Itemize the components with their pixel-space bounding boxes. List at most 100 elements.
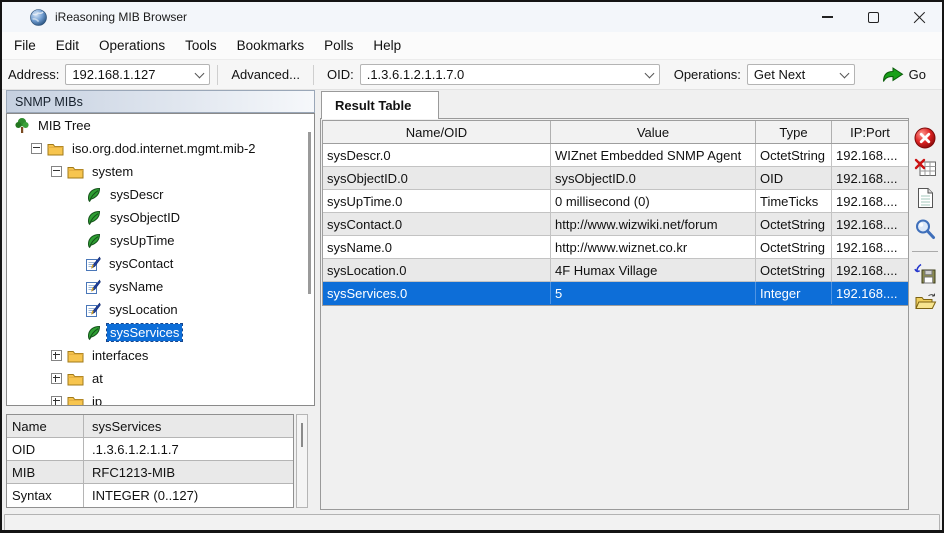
address-value: 192.168.1.127 xyxy=(72,67,155,82)
cell-name: sysServices.0 xyxy=(323,282,551,304)
chevron-down-icon xyxy=(195,68,205,78)
oid-value: .1.3.6.1.2.1.1.7.0 xyxy=(367,67,465,82)
expand-expander-icon[interactable] xyxy=(51,350,62,361)
cell-type: Integer xyxy=(756,282,832,304)
maximize-button[interactable] xyxy=(850,2,896,32)
cell-value: sysObjectID.0 xyxy=(551,167,756,189)
oid-combobox[interactable]: .1.3.6.1.2.1.1.7.0 xyxy=(360,64,660,85)
result-table: Name/OID Value Type IP:Port sysDescr.0 W… xyxy=(322,120,909,306)
menu-help[interactable]: Help xyxy=(363,38,411,53)
tree-item-system[interactable]: system xyxy=(7,160,314,183)
detail-value: sysServices xyxy=(84,419,161,434)
open-folder-icon[interactable] xyxy=(914,293,937,311)
folder-icon xyxy=(67,349,84,363)
cell-type: OctetString xyxy=(756,259,832,281)
cell-type: OctetString xyxy=(756,236,832,258)
toolbar-separator xyxy=(313,65,314,85)
detail-row-oid: OID .1.3.6.1.2.1.1.7 xyxy=(7,438,293,461)
scrollbar-thumb[interactable] xyxy=(301,423,303,447)
menu-operations[interactable]: Operations xyxy=(89,38,175,53)
stop-icon[interactable] xyxy=(914,127,936,149)
detail-label: OID xyxy=(7,438,84,460)
collapse-expander-icon[interactable] xyxy=(31,143,42,154)
window-title: iReasoning MIB Browser xyxy=(55,10,187,24)
menu-bookmarks[interactable]: Bookmarks xyxy=(227,38,315,53)
cell-value: 0 millisecond (0) xyxy=(551,190,756,212)
menu-file[interactable]: File xyxy=(4,38,46,53)
cell-ip: 192.168.... xyxy=(832,236,908,258)
detail-vertical-scrollbar[interactable] xyxy=(296,414,308,508)
cell-name: sysLocation.0 xyxy=(323,259,551,281)
detail-row-syntax: Syntax INTEGER (0..127) xyxy=(7,484,293,507)
collapse-expander-icon[interactable] xyxy=(51,166,62,177)
table-row[interactable]: sysObjectID.0 sysObjectID.0 OID 192.168.… xyxy=(323,167,908,190)
tree-item-sysdescr[interactable]: sysDescr xyxy=(7,183,314,206)
address-combobox[interactable]: 192.168.1.127 xyxy=(65,64,210,85)
cell-ip: 192.168.... xyxy=(832,282,908,304)
snmp-mibs-title: SNMP MIBs xyxy=(15,95,83,109)
tree-item-syslocation[interactable]: sysLocation xyxy=(7,298,314,321)
close-icon xyxy=(913,11,926,24)
cell-type: OID xyxy=(756,167,832,189)
detail-value: INTEGER (0..127) xyxy=(84,488,198,503)
expand-expander-icon[interactable] xyxy=(51,396,62,406)
writable-pen-icon xyxy=(85,256,101,272)
operations-combobox[interactable]: Get Next xyxy=(747,64,855,85)
operations-value: Get Next xyxy=(754,67,805,82)
title-bar: iReasoning MIB Browser xyxy=(2,2,942,32)
tree-item-sysobjectid[interactable]: sysObjectID xyxy=(7,206,314,229)
tree-icon xyxy=(14,117,30,134)
tab-result-table[interactable]: Result Table xyxy=(321,91,439,119)
cell-type: OctetString xyxy=(756,213,832,235)
chevron-down-icon xyxy=(644,68,654,78)
detail-value: RFC1213-MIB xyxy=(84,465,175,480)
status-bar xyxy=(4,514,940,531)
advanced-button[interactable]: Advanced... xyxy=(231,67,300,82)
cell-ip: 192.168.... xyxy=(832,259,908,281)
toolbar-separator xyxy=(217,65,218,85)
tree-item-sysservices[interactable]: sysServices xyxy=(7,321,314,344)
column-header-name-oid[interactable]: Name/OID xyxy=(323,121,551,143)
clear-table-icon[interactable] xyxy=(914,158,937,178)
oid-label: OID: xyxy=(327,67,354,82)
go-button[interactable]: Go xyxy=(882,67,926,83)
document-icon[interactable] xyxy=(916,187,935,209)
table-row[interactable]: sysDescr.0 WIZnet Embedded SNMP Agent Oc… xyxy=(323,144,908,167)
cell-name: sysContact.0 xyxy=(323,213,551,235)
expand-expander-icon[interactable] xyxy=(51,373,62,384)
table-row-selected[interactable]: sysServices.0 5 Integer 192.168.... xyxy=(323,282,908,305)
column-header-type[interactable]: Type xyxy=(756,121,832,143)
cell-value: 5 xyxy=(551,282,756,304)
menu-polls[interactable]: Polls xyxy=(314,38,363,53)
tree-item-at[interactable]: at xyxy=(7,367,314,390)
cell-value: http://www.wiznet.co.kr xyxy=(551,236,756,258)
table-row[interactable]: sysName.0 http://www.wiznet.co.kr OctetS… xyxy=(323,236,908,259)
tree-item-mib-tree[interactable]: MIB Tree xyxy=(7,114,314,137)
operations-label: Operations: xyxy=(674,67,741,82)
find-magnifier-icon[interactable] xyxy=(914,218,936,240)
tree-item-sysuptime[interactable]: sysUpTime xyxy=(7,229,314,252)
cell-type: OctetString xyxy=(756,144,832,166)
table-row[interactable]: sysLocation.0 4F Humax Village OctetStri… xyxy=(323,259,908,282)
tree-item-interfaces[interactable]: interfaces xyxy=(7,344,314,367)
tree-item-mib2[interactable]: iso.org.dod.internet.mgmt.mib-2 xyxy=(7,137,314,160)
close-button[interactable] xyxy=(896,2,942,32)
export-save-icon[interactable] xyxy=(914,263,937,284)
cell-ip: 192.168.... xyxy=(832,144,908,166)
column-header-value[interactable]: Value xyxy=(551,121,756,143)
go-label: Go xyxy=(909,67,926,82)
folder-icon xyxy=(47,142,64,156)
tree-item-sysname[interactable]: sysName xyxy=(7,275,314,298)
column-header-ip-port[interactable]: IP:Port xyxy=(832,121,908,143)
cell-ip: 192.168.... xyxy=(832,213,908,235)
cell-type: TimeTicks xyxy=(756,190,832,212)
minimize-button[interactable] xyxy=(804,2,850,32)
tree-vertical-scrollbar[interactable] xyxy=(308,132,311,294)
tree-item-ip[interactable]: ip xyxy=(7,390,314,406)
tree-item-syscontact[interactable]: sysContact xyxy=(7,252,314,275)
app-window: iReasoning MIB Browser File Edit Operati… xyxy=(0,0,944,533)
menu-tools[interactable]: Tools xyxy=(175,38,227,53)
table-row[interactable]: sysContact.0 http://www.wizwiki.net/foru… xyxy=(323,213,908,236)
table-row[interactable]: sysUpTime.0 0 millisecond (0) TimeTicks … xyxy=(323,190,908,213)
menu-edit[interactable]: Edit xyxy=(46,38,89,53)
